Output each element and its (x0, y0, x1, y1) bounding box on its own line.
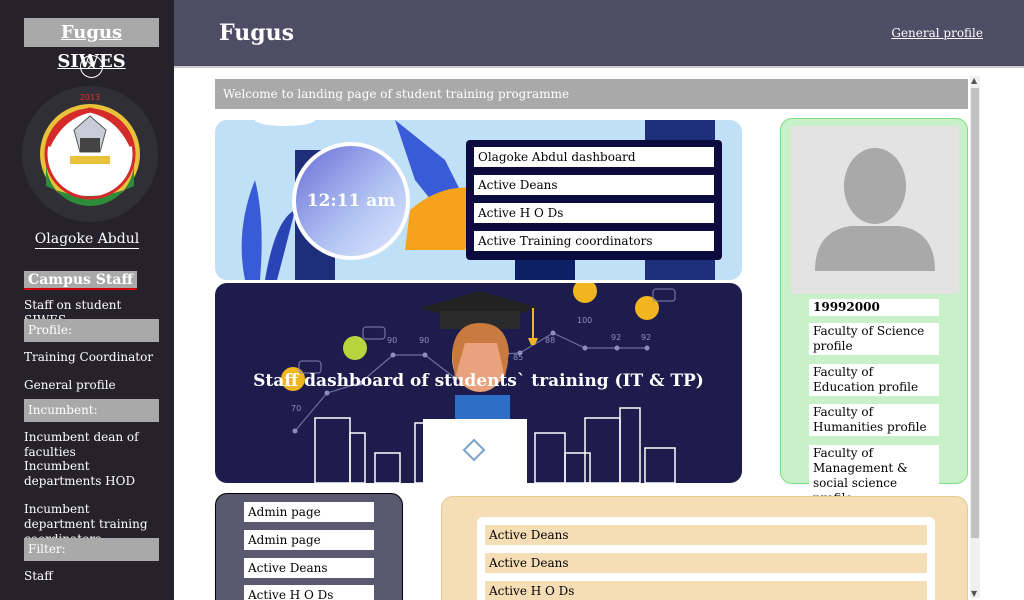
admin-page-link[interactable]: Admin page (244, 530, 374, 550)
scroll-up-icon[interactable]: ▲ (971, 76, 977, 85)
user-silhouette-icon (791, 126, 959, 294)
active-deans-link[interactable]: Active Deans (474, 175, 714, 195)
profile-card: 19992000 Faculty of Science profile Facu… (780, 118, 968, 507)
clock-banner: 12:11 am Olagoke Abdul dashboard Active … (215, 120, 742, 280)
user-name-text: Olagoke Abdul (34, 231, 140, 249)
graph-label: 70 (291, 404, 301, 413)
clock-display: 12:11 am (292, 142, 410, 260)
active-coordinators-link[interactable]: Active Training coordinators (474, 231, 714, 251)
active-panel: Active Deans Active Deans Active H O Ds (441, 496, 968, 600)
nav-incumbent-hod[interactable]: Incumbent departments HOD (24, 459, 164, 489)
active-panel-list: Active Deans Active Deans Active H O Ds (477, 517, 935, 600)
section-title: Campus Staff (24, 271, 137, 290)
graph-label: 85 (513, 353, 523, 362)
nav-heading-profile: Profile: (24, 319, 159, 342)
faculty-education-profile-link[interactable]: Faculty of Education profile (809, 364, 939, 396)
university-crest-icon: 2013 (22, 86, 158, 222)
staff-dashboard-banner: 70 90 90 85 88 100 92 92 Staff dashboard… (215, 283, 742, 483)
sidebar: Fugus SIWES × 2013 Olagoke Abdul Campus … (0, 0, 174, 600)
nav-heading-incumbent: Incumbent: (24, 399, 159, 422)
brand-link[interactable]: Fugus SIWES (24, 18, 159, 72)
graph-label: 90 (419, 336, 429, 345)
active-deans-link[interactable]: Active Deans (244, 558, 374, 578)
top-bar: Fugus General profile (174, 0, 1024, 66)
svg-text:2013: 2013 (80, 93, 100, 102)
scroll-down-icon[interactable]: ▼ (971, 589, 977, 598)
nav-general-profile[interactable]: General profile (24, 378, 164, 393)
faculty-humanities-profile-link[interactable]: Faculty of Humanities profile (809, 404, 939, 436)
graph-label: 92 (641, 333, 651, 342)
staff-id: 19992000 (809, 299, 939, 316)
dashboard-link[interactable]: Olagoke Abdul dashboard (474, 147, 714, 167)
admin-page-link[interactable]: Admin page (244, 502, 374, 522)
close-icon[interactable]: × (80, 55, 103, 78)
admin-panel: Admin page Admin page Active Deans Activ… (215, 493, 403, 600)
active-hods-link[interactable]: Active H O Ds (474, 203, 714, 223)
general-profile-link[interactable]: General profile (891, 26, 983, 40)
active-deans-item[interactable]: Active Deans (485, 553, 927, 573)
nav-training-coordinator[interactable]: Training Coordinator (24, 350, 164, 365)
active-hods-item[interactable]: Active H O Ds (485, 581, 927, 600)
banner-caption: Staff dashboard of students` training (I… (253, 371, 704, 391)
dashboard-links: Olagoke Abdul dashboard Active Deans Act… (466, 140, 722, 260)
graph-label: 90 (387, 336, 397, 345)
graph-label: 92 (611, 333, 621, 342)
nav-heading-filter: Filter: (24, 538, 159, 561)
scrollbar-thumb[interactable] (971, 88, 979, 538)
scrollbar[interactable]: ▲ ▼ (970, 76, 980, 598)
active-hods-link[interactable]: Active H O Ds (244, 585, 374, 600)
main-content: Welcome to landing page of student train… (174, 66, 1024, 600)
nav-incumbent-deans[interactable]: Incumbent dean of faculties (24, 430, 164, 460)
nav-staff[interactable]: Staff (24, 569, 164, 584)
welcome-banner: Welcome to landing page of student train… (215, 79, 968, 109)
graph-label: 88 (545, 336, 555, 345)
graph-label: 100 (577, 316, 592, 325)
page-title: Fugus (219, 20, 294, 46)
faculty-science-profile-link[interactable]: Faculty of Science profile (809, 323, 939, 355)
user-name: Olagoke Abdul (0, 231, 174, 249)
active-deans-item[interactable]: Active Deans (485, 525, 927, 545)
